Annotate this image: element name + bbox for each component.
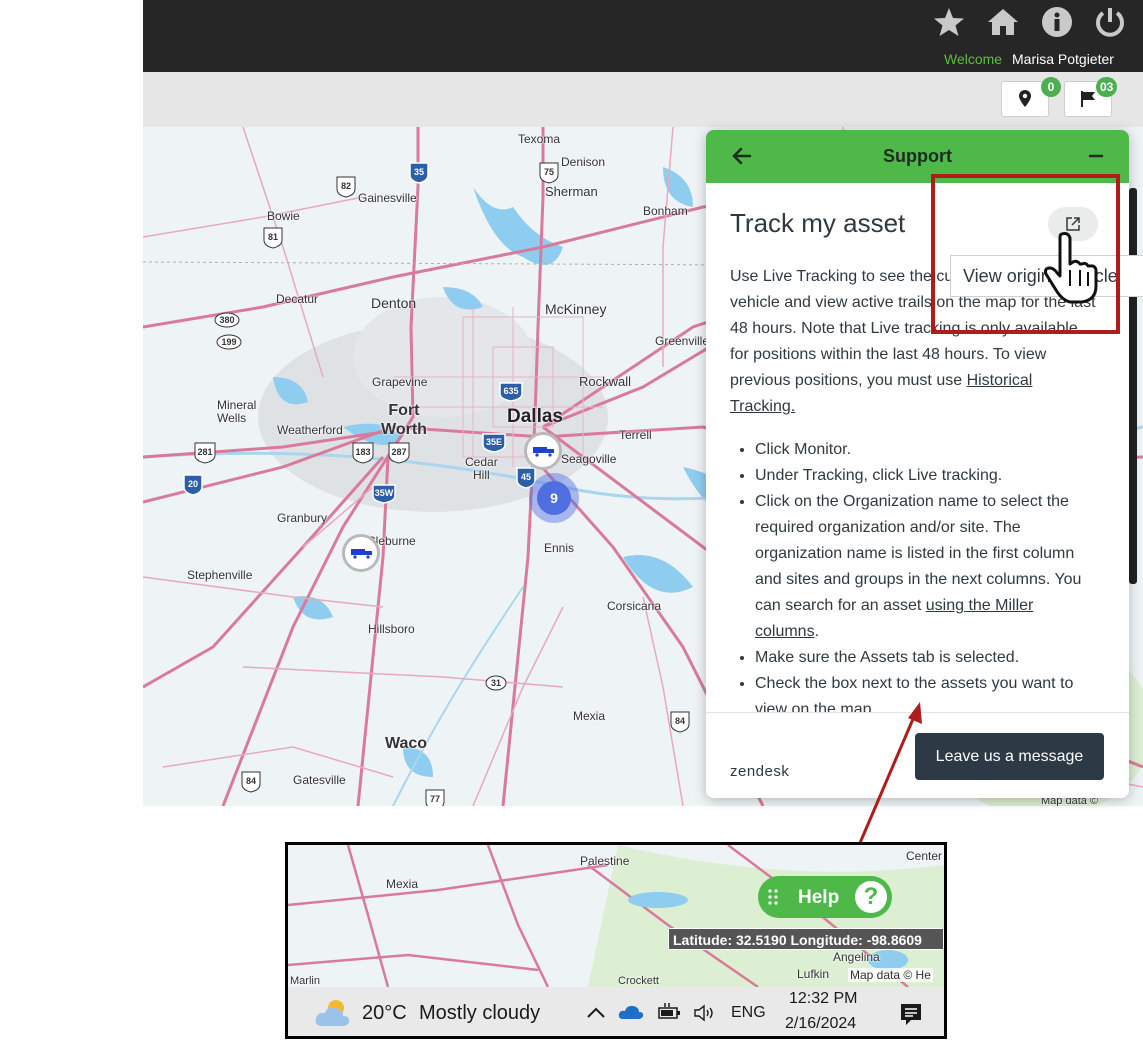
volume-icon[interactable] [693, 1004, 717, 1022]
battery-plug-icon[interactable] [657, 1003, 681, 1021]
weather-condition[interactable]: Mostly cloudy [419, 1002, 540, 1025]
inset-map-attribution: Map data © He [848, 968, 933, 982]
drag-handle-icon[interactable] [768, 888, 778, 906]
language-indicator[interactable]: ENG [731, 1004, 766, 1022]
inset-label-palestine: Palestine [580, 854, 630, 868]
weather-temperature[interactable]: 20°C [362, 1002, 407, 1025]
chevron-up-icon[interactable] [586, 1007, 606, 1019]
notifications-icon[interactable] [899, 1002, 923, 1026]
inset-label-angelina: Angelina [833, 950, 880, 964]
clock-time[interactable]: 12:32 PM [789, 990, 857, 1008]
help-label: Help [798, 887, 840, 908]
question-icon: ? [855, 881, 887, 913]
onedrive-icon[interactable] [618, 1004, 644, 1020]
inset-label-lufkin: Lufkin [797, 967, 830, 981]
help-launcher-button[interactable]: Help ? [758, 876, 892, 918]
inset-label-center: Center [906, 849, 943, 863]
inset-label-marlin: Marlin [290, 975, 320, 987]
inset-screenshot: Palestine Mexia Center Angelina Lufkin M… [285, 842, 947, 1039]
weather-cloudy-icon[interactable] [314, 998, 352, 1028]
coordinates-readout: Latitude: 32.5190 Longitude: -98.8609 [668, 928, 944, 950]
clock-date[interactable]: 2/16/2024 [785, 1015, 856, 1033]
inset-label-mexia: Mexia [386, 877, 419, 891]
windows-taskbar: 20°C Mostly cloudy ENG 12:32 PM 2/16/202… [288, 987, 944, 1036]
inset-label-crockett: Crockett [618, 975, 659, 987]
